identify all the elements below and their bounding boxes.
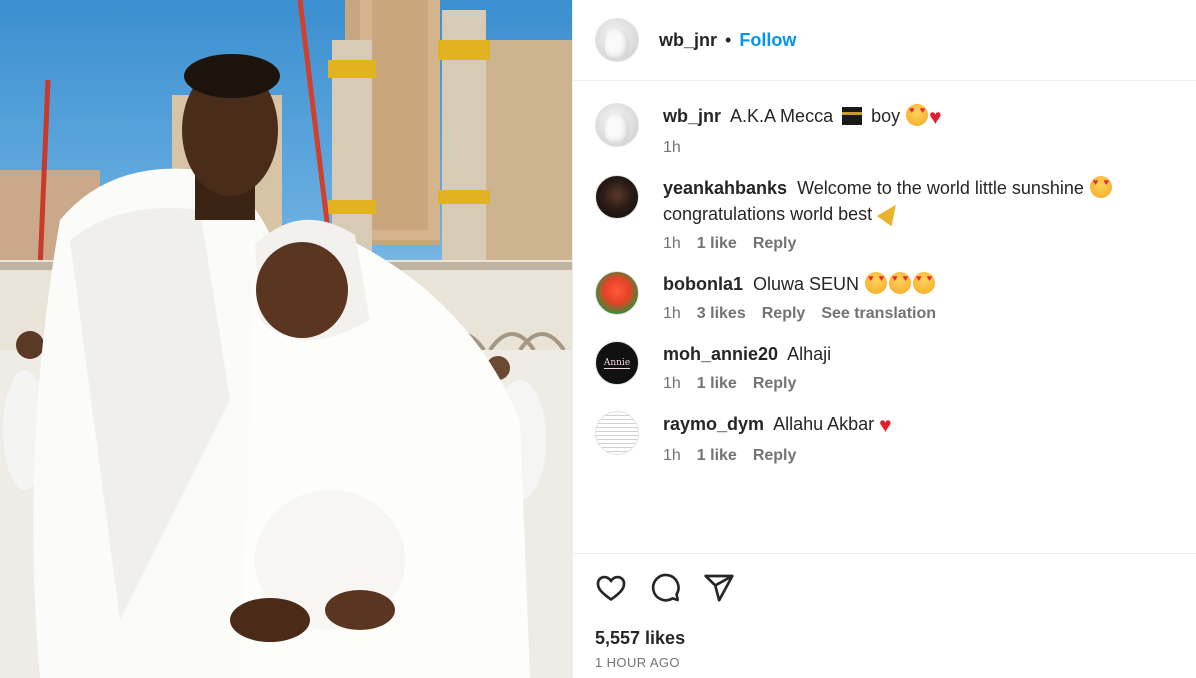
reply-button[interactable]: Reply bbox=[753, 375, 797, 393]
caption-item: wb_jnr A.K.A Mecca boy ♥ 1h bbox=[595, 103, 1174, 157]
post-actions: 5,557 likes 1 HOUR AGO bbox=[573, 553, 1196, 678]
heart-eyes-emoji-icon bbox=[906, 104, 929, 126]
comment-text-part: congratulations world best bbox=[663, 204, 873, 224]
comments-list[interactable]: wb_jnr A.K.A Mecca boy ♥ 1h yeanka bbox=[573, 81, 1196, 553]
paper-plane-icon[interactable] bbox=[703, 572, 735, 604]
comment-item: yeankahbanks Welcome to the world little… bbox=[595, 175, 1174, 253]
commenter-avatar[interactable] bbox=[595, 175, 639, 219]
comment-text-part: Welcome to the world little sunshine bbox=[797, 178, 1084, 198]
post-timestamp[interactable]: 1 HOUR AGO bbox=[595, 655, 1174, 670]
author-username[interactable]: wb_jnr bbox=[659, 30, 717, 51]
comment-text: raymo_dym Allahu Akbar ♥ bbox=[663, 411, 1174, 439]
comment-text-part: Oluwa SEUN bbox=[753, 274, 860, 294]
commenter-avatar[interactable]: Annie bbox=[595, 341, 639, 385]
comment-time[interactable]: 1h bbox=[663, 235, 681, 253]
comment-text-part: Allahu Akbar bbox=[773, 414, 875, 434]
caption-text: wb_jnr A.K.A Mecca boy ♥ bbox=[663, 103, 1174, 131]
avatar-logo-text: Annie bbox=[603, 357, 631, 369]
header-separator: • bbox=[725, 29, 732, 50]
see-translation-button[interactable]: See translation bbox=[821, 305, 936, 323]
comment-text: moh_annie20 Alhaji bbox=[663, 341, 1174, 367]
comment-text: bobonla1 Oluwa SEUN bbox=[663, 271, 1174, 297]
comment-meta: 1h 1 like Reply bbox=[663, 375, 1174, 393]
heart-eyes-emoji-icon bbox=[1089, 176, 1112, 198]
comment-time[interactable]: 1h bbox=[663, 139, 681, 157]
commenter-avatar[interactable] bbox=[595, 411, 639, 455]
caption-text-part: boy bbox=[871, 106, 901, 126]
comment-likes[interactable]: 1 like bbox=[697, 375, 737, 393]
comment-time[interactable]: 1h bbox=[663, 447, 681, 465]
reply-button[interactable]: Reply bbox=[753, 235, 797, 253]
post-header: wb_jnr • Follow bbox=[573, 0, 1196, 81]
caption-text-part: A.K.A Mecca bbox=[730, 106, 834, 126]
red-heart-emoji-icon: ♥ bbox=[929, 106, 942, 129]
comment-likes[interactable]: 3 likes bbox=[697, 305, 746, 323]
comment-item: Annie moh_annie20 Alhaji 1h 1 like Reply bbox=[595, 341, 1174, 393]
post-panel: wb_jnr • Follow wb_jnr A.K.A Mecca boy ♥ bbox=[572, 0, 1196, 678]
comment-time[interactable]: 1h bbox=[663, 375, 681, 393]
post-photo[interactable] bbox=[0, 0, 572, 678]
instagram-post-view: wb_jnr • Follow wb_jnr A.K.A Mecca boy ♥ bbox=[0, 0, 1196, 678]
comment-item: bobonla1 Oluwa SEUN 1h 3 likes Reply See… bbox=[595, 271, 1174, 323]
reply-button[interactable]: Reply bbox=[762, 305, 806, 323]
commenter-avatar[interactable] bbox=[595, 271, 639, 315]
comment-item: raymo_dym Allahu Akbar ♥ 1h 1 like Reply bbox=[595, 411, 1174, 465]
red-heart-emoji-icon: ♥ bbox=[879, 414, 892, 437]
comment-likes[interactable]: 1 like bbox=[697, 447, 737, 465]
comment-text-part: Alhaji bbox=[787, 344, 832, 364]
comment-text: yeankahbanks Welcome to the world little… bbox=[663, 175, 1174, 227]
comment-username[interactable]: raymo_dym bbox=[663, 414, 764, 434]
likes-count[interactable]: 5,557 likes bbox=[595, 628, 1174, 649]
speech-bubble-icon[interactable] bbox=[649, 572, 681, 604]
action-icons bbox=[595, 572, 1174, 604]
reply-button[interactable]: Reply bbox=[753, 447, 797, 465]
comment-meta: 1h 1 like Reply bbox=[663, 235, 1174, 253]
comment-likes[interactable]: 1 like bbox=[697, 235, 737, 253]
heart-outline-icon[interactable] bbox=[595, 572, 627, 604]
author-avatar[interactable] bbox=[595, 18, 639, 62]
comment-meta: 1h bbox=[663, 139, 1174, 157]
photo-illustration bbox=[0, 0, 572, 678]
comment-username[interactable]: wb_jnr bbox=[663, 106, 721, 126]
comment-username[interactable]: bobonla1 bbox=[663, 274, 743, 294]
heart-eyes-emoji-icon bbox=[889, 272, 912, 294]
party-popper-emoji-icon bbox=[877, 199, 904, 227]
comment-meta: 1h 1 like Reply bbox=[663, 447, 1174, 465]
comment-meta: 1h 3 likes Reply See translation bbox=[663, 305, 1174, 323]
kaaba-emoji-icon bbox=[842, 107, 863, 125]
comment-time[interactable]: 1h bbox=[663, 305, 681, 323]
comment-username[interactable]: yeankahbanks bbox=[663, 178, 787, 198]
heart-eyes-emoji-icon bbox=[913, 272, 936, 294]
heart-eyes-emoji-icon bbox=[865, 272, 888, 294]
caption-avatar[interactable] bbox=[595, 103, 639, 147]
follow-button[interactable]: Follow bbox=[739, 30, 796, 51]
comment-username[interactable]: moh_annie20 bbox=[663, 344, 778, 364]
